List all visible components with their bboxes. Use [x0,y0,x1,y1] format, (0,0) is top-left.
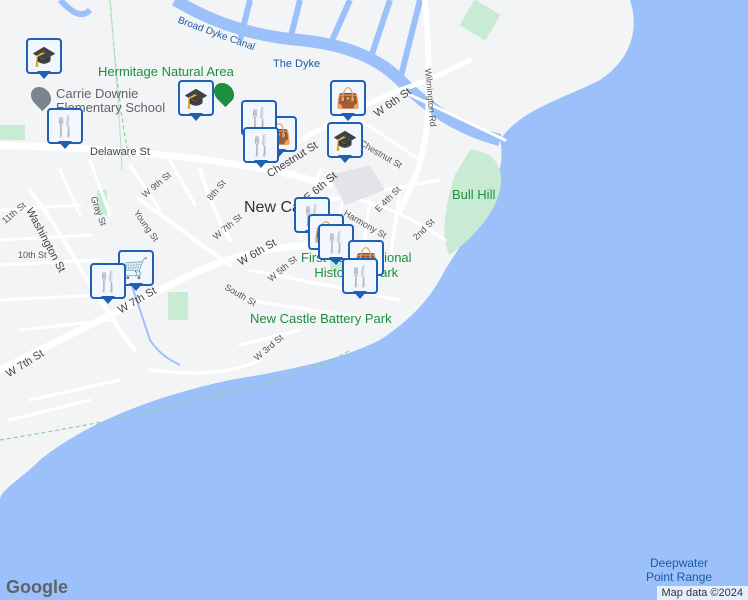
fork-knife-icon: 🍴 [52,115,78,138]
fork-knife-icon: 🍴 [248,134,274,157]
fork-knife-icon: 🍴 [95,270,121,293]
graduation-cap-icon: 🎓 [31,45,57,68]
restaurant-marker-west[interactable]: 🍴 [90,263,126,307]
fork-knife-icon: 🍴 [323,231,349,254]
school-marker-chestnut[interactable]: 🎓 [327,122,363,166]
battery-park-label: New Castle Battery Park [250,311,392,326]
park-patch-1 [168,292,188,320]
delaware-st-label: Delaware St [90,146,150,158]
school-marker-nw[interactable]: 🎓 [26,38,62,82]
hermitage-label: Hermitage Natural Area [98,64,234,79]
restaurant-marker-chestnut-2[interactable]: 🍴 [243,127,279,171]
school-marker-hermitage[interactable]: 🎓 [178,80,214,124]
map-attribution[interactable]: Map data ©2024 [656,586,748,600]
bull-hill-label: Bull Hill [452,187,496,202]
graduation-cap-icon: 🎓 [183,87,209,110]
deepwater-label: Deepwater Point Range [646,556,713,584]
shopping-cart-icon: 🛒 [123,257,149,280]
shopping-bag-icon: 👜 [335,87,361,110]
restaurant-marker-park[interactable]: 🍴 [342,258,378,302]
tenth-label: 10th St [18,250,47,260]
shopping-marker-top[interactable]: 👜 [330,80,366,124]
fork-knife-icon: 🍴 [347,265,373,288]
restaurant-marker-school[interactable]: 🍴 [47,108,83,152]
graduation-cap-icon: 🎓 [332,129,358,152]
google-logo: Google [6,577,68,597]
the-dyke-label: The Dyke [273,58,321,70]
park-patch-3 [0,125,25,140]
